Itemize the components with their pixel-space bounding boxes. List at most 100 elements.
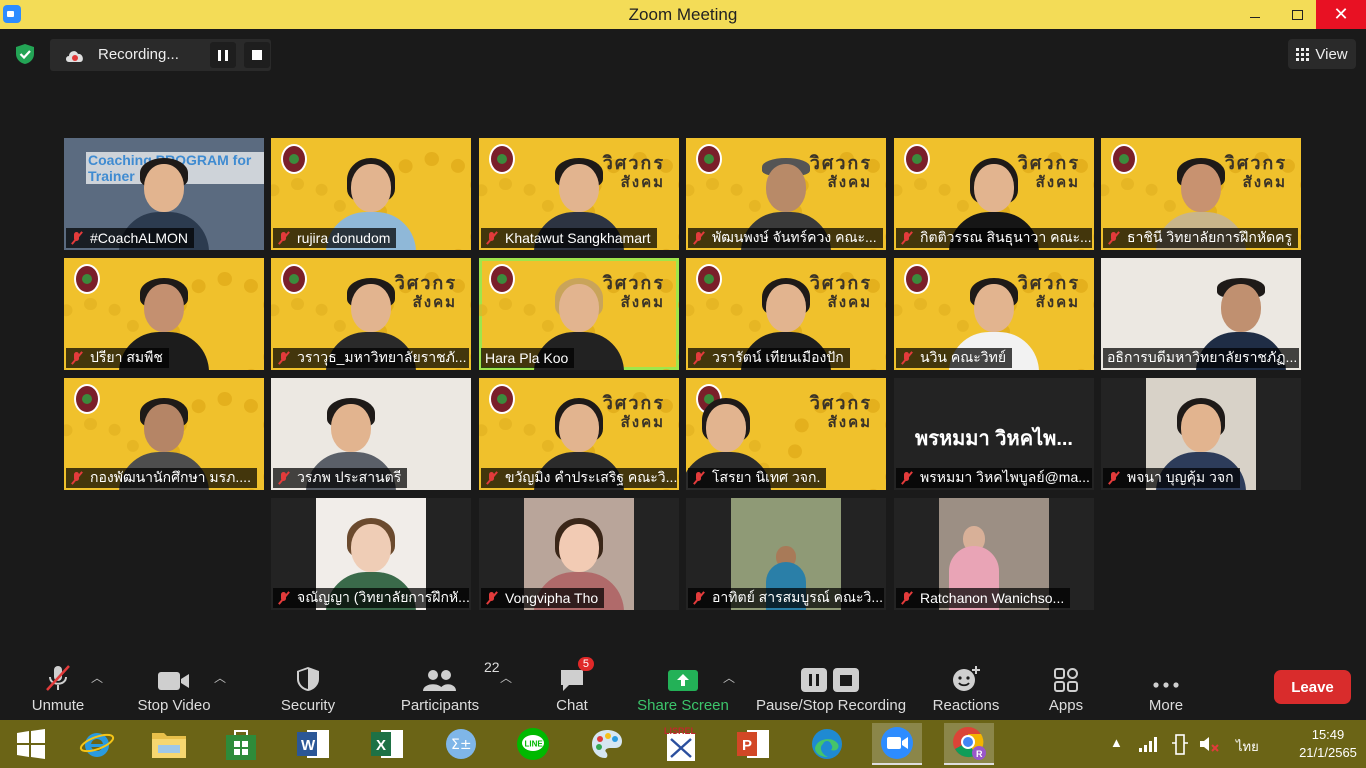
video-tile[interactable]: วิศวกร สังคม วรารัตน์ เทียนเมืองปัก: [686, 258, 886, 370]
participants-button[interactable]: 22 Participants: [398, 657, 500, 720]
store-bag-icon: [226, 730, 256, 760]
minimize-button[interactable]: [1232, 0, 1278, 29]
video-tile[interactable]: วิศวกร สังคม พัฒนพงษ์ จันทร์ควง คณะ...: [686, 138, 886, 250]
participant-name: วรารัตน์ เทียนเมืองปัก: [712, 349, 844, 365]
leave-button[interactable]: Leave: [1274, 670, 1351, 704]
participants-options-caret-icon[interactable]: ︿: [500, 669, 512, 686]
video-tile[interactable]: พจนา บุญคุ้ม วจก: [1101, 378, 1301, 490]
participants-count: 22: [484, 659, 500, 675]
stop-video-button[interactable]: Stop Video: [134, 657, 214, 720]
taskbar-chrome[interactable]: R: [944, 723, 994, 765]
video-tile[interactable]: กองพัฒนานักศึกษา มรภ....: [64, 378, 264, 490]
video-tile[interactable]: Vongvipha Tho: [479, 498, 679, 610]
more-dots-icon: [1153, 682, 1179, 688]
participant-name-tag: Ratchanon Wanichso...: [896, 588, 1071, 608]
participant-name-tag: โสรยา นิเทศ วจก.: [688, 468, 827, 488]
video-tile[interactable]: วิศวกร สังคม ขวัญมิง คำประเสริฐ คณะวิ...: [479, 378, 679, 490]
security-shield-icon[interactable]: [14, 43, 36, 65]
muted-mic-icon: [692, 231, 706, 245]
video-tile[interactable]: rujira donudom: [271, 138, 471, 250]
battery-plugged-icon[interactable]: [1170, 733, 1190, 755]
participant-name-tag: ขวัญมิง คำประเสริฐ คณะวิ...: [481, 468, 677, 488]
internet-explorer-icon: [79, 733, 115, 757]
video-tile[interactable]: อธิการบดีมหาวิทยาลัยราชภัฏ...: [1101, 258, 1301, 370]
network-signal-icon[interactable]: [1138, 735, 1158, 753]
maximize-button[interactable]: [1274, 0, 1320, 29]
participant-name: พัฒนพงษ์ จันทร์ควง คณะ...: [712, 229, 877, 245]
taskbar-edge[interactable]: [802, 723, 852, 765]
cloud-recording-icon: [66, 51, 83, 62]
math-input-icon: Σ±: [446, 729, 476, 759]
close-button[interactable]: ✕: [1316, 0, 1366, 29]
taskbar-math-input[interactable]: Σ±: [436, 723, 486, 765]
powerpoint-icon: P: [737, 730, 769, 758]
zoom-app-icon: [881, 727, 913, 759]
video-tile[interactable]: วิศวกร สังคม กิตติวรรณ สินธุนาวา คณะ...: [894, 138, 1094, 250]
security-button[interactable]: Security: [276, 657, 340, 720]
view-button[interactable]: View: [1288, 39, 1356, 69]
apps-button[interactable]: Apps: [1044, 657, 1088, 720]
participant-name-tag: rujira donudom: [273, 228, 397, 248]
video-tile[interactable]: วิศวกร สังคม ธาชินี วิทยาลัยการฝึกหัดครู: [1101, 138, 1301, 250]
participant-name: กิตติวรรณ สินธุนาวา คณะ...: [920, 229, 1092, 245]
video-tile[interactable]: วิศวกร สังคม โสรยา นิเทศ วจก.: [686, 378, 886, 490]
input-language[interactable]: ไทย: [1236, 736, 1259, 757]
video-tile[interactable]: วิศวกร สังคม วราวุธ_มหาวิทยาลัยราชภั...: [271, 258, 471, 370]
taskbar-paint[interactable]: [582, 723, 632, 765]
participant-name-tag: อธิการบดีมหาวิทยาลัยราชภัฏ...: [1103, 348, 1299, 368]
taskbar-lisrel[interactable]: LISREL: [656, 723, 706, 765]
video-tile[interactable]: ปรียา สมพืช: [64, 258, 264, 370]
video-tile[interactable]: วรภพ ประสานตรี: [271, 378, 471, 490]
share-screen-button[interactable]: Share Screen: [636, 657, 730, 720]
video-tile[interactable]: อาทิตย์ สารสมบูรณ์ คณะวิ...: [686, 498, 886, 610]
video-options-caret-icon[interactable]: ︿: [214, 669, 226, 686]
participant-name-tag: พรหมมา วิหคไพบูลย์@ma...: [896, 468, 1092, 488]
audio-options-caret-icon[interactable]: ︿: [91, 669, 103, 686]
muted-mic-icon: [70, 471, 84, 485]
more-button[interactable]: More: [1140, 657, 1192, 720]
show-hidden-icons-caret-icon[interactable]: ▲: [1110, 735, 1123, 750]
share-options-caret-icon[interactable]: ︿: [723, 669, 735, 686]
folder-icon: [152, 733, 186, 758]
clock-time: 15:49: [1311, 727, 1345, 742]
taskbar-word[interactable]: W: [288, 723, 338, 765]
video-tile[interactable]: จณัญญา (วิทยาลัยการฝึกหั...: [271, 498, 471, 610]
reactions-button[interactable]: Reactions: [930, 657, 1002, 720]
video-tile[interactable]: Ratchanon Wanichso...: [894, 498, 1094, 610]
unmute-button[interactable]: Unmute: [22, 657, 94, 720]
participant-name: วราวุธ_มหาวิทยาลัยราชภั...: [297, 349, 467, 365]
participant-name: Ratchanon Wanichso...: [920, 590, 1065, 606]
stop-recording-button[interactable]: [244, 42, 270, 68]
muted-mic-icon: [900, 351, 914, 365]
taskbar-file-explorer[interactable]: [144, 723, 194, 765]
chat-label: Chat: [556, 697, 588, 714]
participant-name-tag: กองพัฒนานักศึกษา มรภ....: [66, 468, 257, 488]
pause-stop-recording-button[interactable]: Pause/Stop Recording: [754, 657, 908, 720]
university-logo: [281, 264, 307, 294]
taskbar-line[interactable]: LINE: [508, 723, 558, 765]
muted-microphone-icon: [46, 665, 70, 691]
participant-name: ธาชินี วิทยาลัยการฝึกหัดครู: [1127, 229, 1293, 245]
video-tile[interactable]: วิศวกร สังคม นวิน คณะวิทย์: [894, 258, 1094, 370]
taskbar-store[interactable]: [216, 723, 266, 765]
more-label: More: [1148, 697, 1184, 714]
video-tile-active-speaker[interactable]: วิศวกร สังคม Hara Pla Koo: [479, 258, 679, 370]
taskbar-excel[interactable]: X: [362, 723, 412, 765]
speaker-muted-icon[interactable]: [1198, 734, 1220, 754]
taskbar-zoom[interactable]: [872, 723, 922, 765]
pause-recording-button[interactable]: [210, 42, 236, 68]
participant-name-tag: กิตติวรรณ สินธุนาวา คณะ...: [896, 228, 1092, 248]
video-tile[interactable]: วิศวกร สังคม Khatawut Sangkhamart: [479, 138, 679, 250]
reactions-label: Reactions: [932, 697, 1000, 714]
taskbar-powerpoint[interactable]: P: [728, 723, 778, 765]
stop-icon: [252, 50, 262, 60]
windows-taskbar: W X Σ± LINE LISREL P R ▲ ไทย 15:49 21/1/…: [0, 720, 1366, 768]
video-tile[interactable]: Coaching PROGRAM for Trainer #CoachALMON: [64, 138, 264, 250]
taskbar-internet-explorer[interactable]: [72, 723, 122, 765]
muted-mic-icon: [692, 351, 706, 365]
start-button[interactable]: [6, 723, 56, 765]
chat-button[interactable]: 5 Chat: [548, 657, 596, 720]
system-clock[interactable]: 15:49 21/1/2565: [1290, 726, 1366, 762]
svg-text:X: X: [376, 737, 386, 754]
video-tile-no-video[interactable]: พรหมมา วิหคไพ... พรหมมา วิหคไพบูลย์@ma..…: [894, 378, 1094, 490]
